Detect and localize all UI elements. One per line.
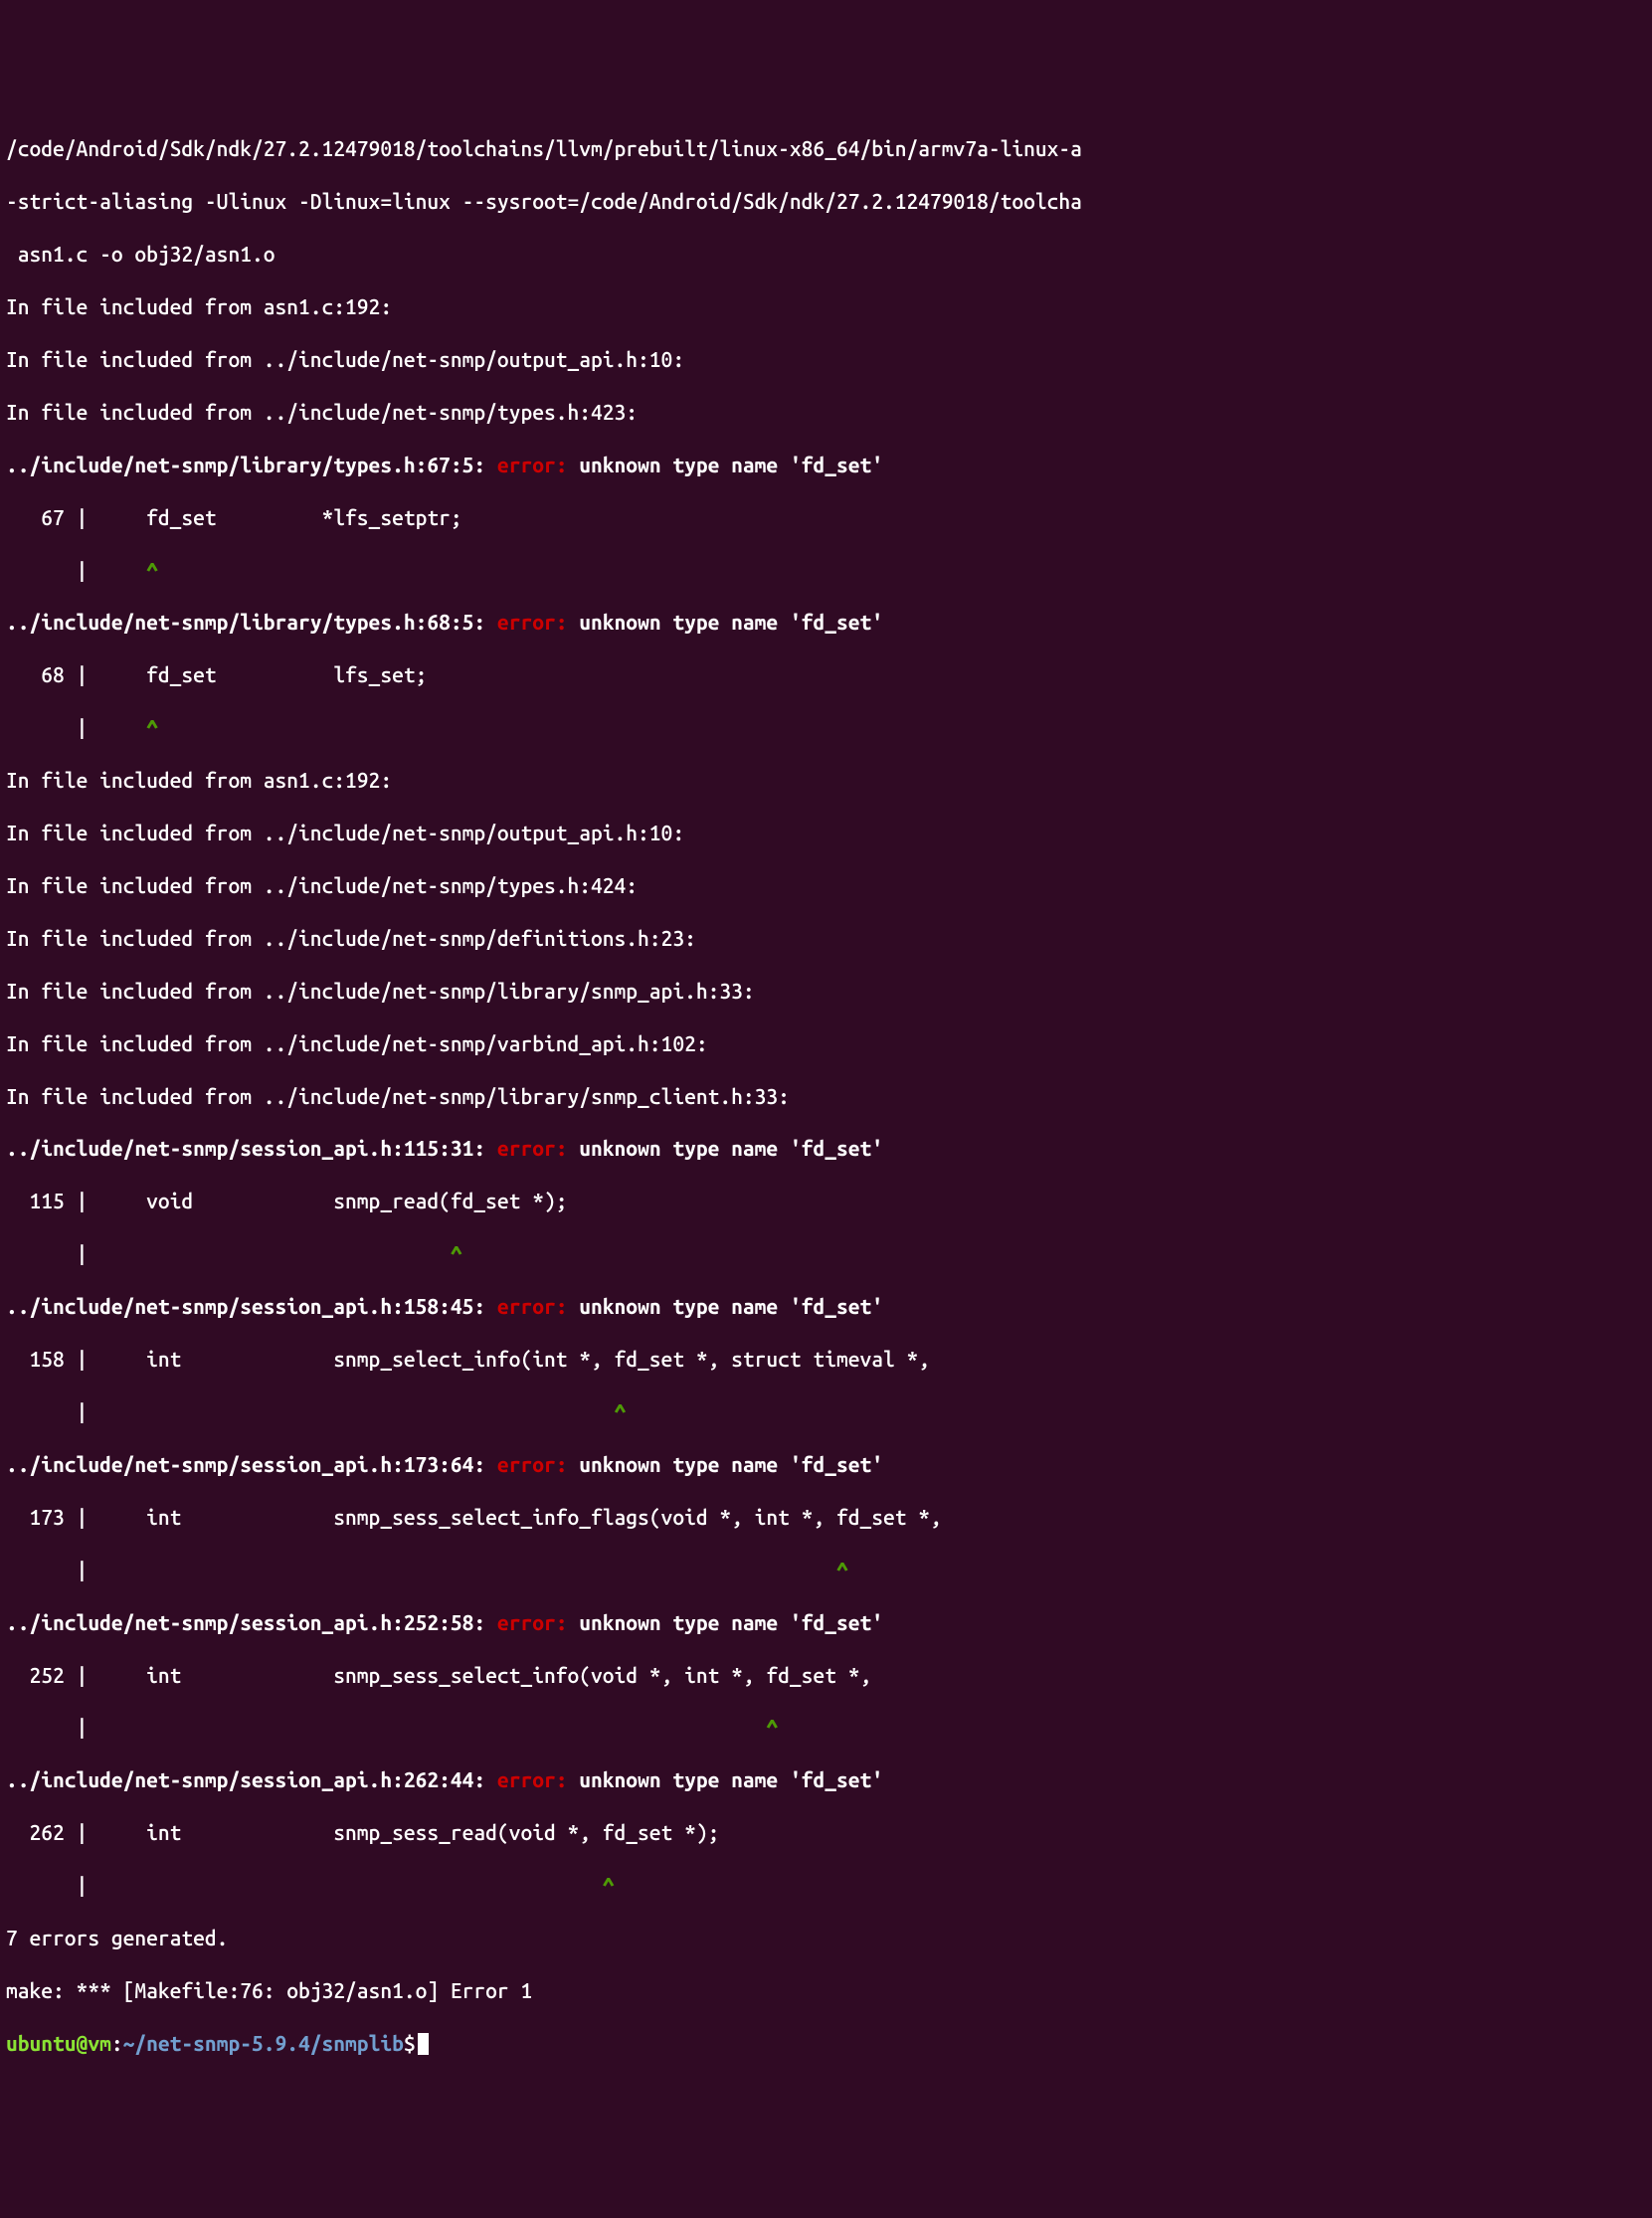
error-5-message: unknown type name 'fd_set' <box>579 1452 883 1476</box>
caret-icon: ^ <box>146 715 158 739</box>
caret-indent: | <box>6 715 146 739</box>
prompt-user-host: ubuntu@vm <box>6 2031 111 2055</box>
error-keyword: error: <box>485 453 579 476</box>
prompt-colon: : <box>111 2031 123 2055</box>
error-4-location: ../include/net-snmp/session_api.h:158:45… <box>6 1294 485 1318</box>
error-4-header: ../include/net-snmp/session_api.h:158:45… <box>6 1293 1646 1319</box>
error-2-caret-line: | ^ <box>6 714 1646 740</box>
error-keyword: error: <box>485 1610 579 1634</box>
prompt-dollar: $ <box>404 2031 416 2055</box>
terminal-output[interactable]: /code/Android/Sdk/ndk/27.2.12479018/tool… <box>6 109 1646 2083</box>
caret-icon: ^ <box>766 1715 778 1739</box>
error-keyword: error: <box>485 1767 579 1791</box>
error-2-message: unknown type name 'fd_set' <box>579 610 883 634</box>
include-trace-2b: In file included from ../include/net-snm… <box>6 820 1646 845</box>
error-3-header: ../include/net-snmp/session_api.h:115:31… <box>6 1135 1646 1161</box>
error-3-code: 115 | void snmp_read(fd_set *); <box>6 1188 1646 1213</box>
shell-prompt[interactable]: ubuntu@vm:~/net-snmp-5.9.4/snmplib$ <box>6 2030 1646 2056</box>
include-trace-2a: In file included from asn1.c:192: <box>6 767 1646 793</box>
error-5-code: 173 | int snmp_sess_select_info_flags(vo… <box>6 1504 1646 1530</box>
error-7-header: ../include/net-snmp/session_api.h:262:44… <box>6 1766 1646 1792</box>
error-2-header: ../include/net-snmp/library/types.h:68:5… <box>6 609 1646 635</box>
error-2-location: ../include/net-snmp/library/types.h:68:5… <box>6 610 485 634</box>
include-trace-2d: In file included from ../include/net-snm… <box>6 925 1646 951</box>
error-7-location: ../include/net-snmp/session_api.h:262:44… <box>6 1767 485 1791</box>
error-1-code: 67 | fd_set *lfs_setptr; <box>6 504 1646 530</box>
error-4-code: 158 | int snmp_select_info(int *, fd_set… <box>6 1346 1646 1372</box>
include-trace-2e: In file included from ../include/net-snm… <box>6 978 1646 1004</box>
error-4-message: unknown type name 'fd_set' <box>579 1294 883 1318</box>
error-5-header: ../include/net-snmp/session_api.h:173:64… <box>6 1451 1646 1477</box>
include-trace-2g: In file included from ../include/net-snm… <box>6 1083 1646 1109</box>
error-6-location: ../include/net-snmp/session_api.h:252:58… <box>6 1610 485 1634</box>
error-2-code: 68 | fd_set lfs_set; <box>6 661 1646 687</box>
errors-generated: 7 errors generated. <box>6 1925 1646 1950</box>
error-4-caret-line: | ^ <box>6 1398 1646 1424</box>
compile-line-2: -strict-aliasing -Ulinux -Dlinux=linux -… <box>6 188 1646 214</box>
compile-line-1: /code/Android/Sdk/ndk/27.2.12479018/tool… <box>6 135 1646 161</box>
error-1-header: ../include/net-snmp/library/types.h:67:5… <box>6 452 1646 477</box>
error-keyword: error: <box>485 1452 579 1476</box>
caret-icon: ^ <box>451 1241 462 1265</box>
caret-icon: ^ <box>836 1558 848 1581</box>
error-1-message: unknown type name 'fd_set' <box>579 453 883 476</box>
cursor-icon <box>418 2033 429 2055</box>
caret-icon: ^ <box>603 1873 615 1897</box>
error-6-caret-line: | ^ <box>6 1714 1646 1740</box>
error-5-caret-line: | ^ <box>6 1557 1646 1582</box>
error-7-message: unknown type name 'fd_set' <box>579 1767 883 1791</box>
compile-line-3: asn1.c -o obj32/asn1.o <box>6 241 1646 267</box>
include-trace-1a: In file included from asn1.c:192: <box>6 293 1646 319</box>
include-trace-1c: In file included from ../include/net-snm… <box>6 399 1646 425</box>
caret-indent: | <box>6 1715 766 1739</box>
make-error: make: *** [Makefile:76: obj32/asn1.o] Er… <box>6 1977 1646 2003</box>
error-7-caret-line: | ^ <box>6 1872 1646 1898</box>
caret-indent: | <box>6 1399 615 1423</box>
prompt-cwd: ~/net-snmp-5.9.4/snmplib <box>123 2031 404 2055</box>
include-trace-2c: In file included from ../include/net-snm… <box>6 872 1646 898</box>
caret-icon: ^ <box>146 558 158 582</box>
error-keyword: error: <box>485 1294 579 1318</box>
error-1-caret-line: | ^ <box>6 557 1646 583</box>
error-3-caret-line: | ^ <box>6 1240 1646 1266</box>
error-keyword: error: <box>485 1136 579 1160</box>
caret-icon: ^ <box>615 1399 627 1423</box>
error-5-location: ../include/net-snmp/session_api.h:173:64… <box>6 1452 485 1476</box>
error-6-header: ../include/net-snmp/session_api.h:252:58… <box>6 1609 1646 1635</box>
caret-indent: | <box>6 1558 836 1581</box>
error-1-location: ../include/net-snmp/library/types.h:67:5… <box>6 453 485 476</box>
error-6-code: 252 | int snmp_sess_select_info(void *, … <box>6 1662 1646 1688</box>
include-trace-1b: In file included from ../include/net-snm… <box>6 346 1646 372</box>
error-3-location: ../include/net-snmp/session_api.h:115:31… <box>6 1136 485 1160</box>
error-6-message: unknown type name 'fd_set' <box>579 1610 883 1634</box>
caret-indent: | <box>6 1873 603 1897</box>
include-trace-2f: In file included from ../include/net-snm… <box>6 1030 1646 1056</box>
caret-indent: | <box>6 1241 451 1265</box>
error-7-code: 262 | int snmp_sess_read(void *, fd_set … <box>6 1819 1646 1845</box>
caret-indent: | <box>6 558 146 582</box>
error-3-message: unknown type name 'fd_set' <box>579 1136 883 1160</box>
error-keyword: error: <box>485 610 579 634</box>
